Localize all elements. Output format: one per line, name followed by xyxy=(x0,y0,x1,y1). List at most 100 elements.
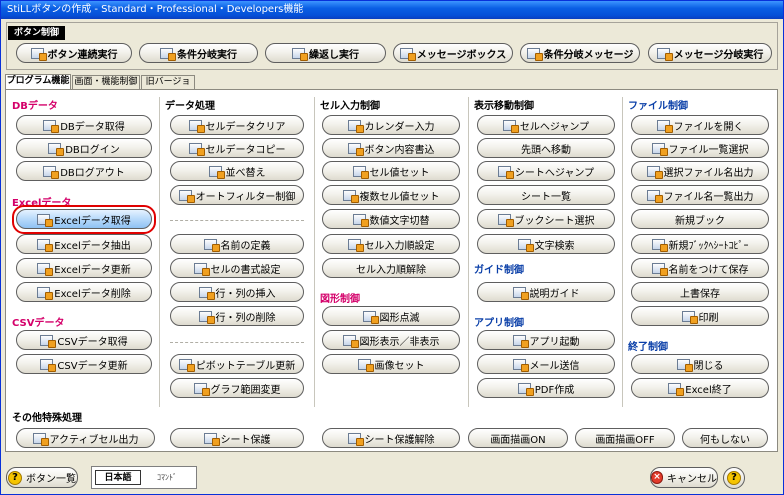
button-list-button[interactable]: ? ボタン一覧 xyxy=(6,467,78,488)
btn-input-order-clear[interactable]: セル入力順解除 xyxy=(322,258,460,278)
btn-sheet-list[interactable]: シート一覧 xyxy=(477,185,615,205)
btn-close[interactable]: 閉じる xyxy=(631,354,769,374)
btn-mail-send[interactable]: メール送信 xyxy=(477,354,615,374)
btn-new-book-sheet-copy[interactable]: 新規ﾌﾞｯｸﾍｼｰﾄｺﾋﾟｰ xyxy=(631,234,769,254)
btn-excel-update[interactable]: Excelデータ更新 xyxy=(16,258,152,278)
button-label: ボタン内容書込 xyxy=(364,144,435,156)
cancel-icon: × xyxy=(651,471,663,484)
cell-icon xyxy=(188,119,205,133)
btn-sheet-unprotect[interactable]: シート保護解除 xyxy=(322,428,460,448)
macro-icon xyxy=(160,47,176,61)
btn-insert-rowcol[interactable]: 行・列の挿入 xyxy=(170,282,304,302)
section-cell-input-title: セル入力制御 xyxy=(320,101,380,112)
btn-conditional-run[interactable]: 条件分岐実行 xyxy=(139,43,258,63)
btn-sort[interactable]: 並べ替え xyxy=(170,161,304,181)
lang-command[interactable]: ｺﾏﾝﾄﾞ xyxy=(143,470,191,485)
btn-image-set[interactable]: 画像セット xyxy=(322,354,460,374)
button-label: 行・列の挿入 xyxy=(215,288,276,300)
btn-sheet-protect[interactable]: シート保護 xyxy=(170,428,304,448)
button-label: シート保護解除 xyxy=(364,434,435,446)
btn-screen-update-off[interactable]: 画面描画OFF xyxy=(575,428,675,448)
tab-program[interactable]: プログラム機能 xyxy=(5,74,71,90)
btn-autofilter[interactable]: オートフィルター制御 xyxy=(170,185,304,205)
btn-pivot-refresh[interactable]: ピボットテーブル更新 xyxy=(170,354,304,374)
guide-icon xyxy=(512,286,529,300)
btn-cell-copy[interactable]: セルデータコピー xyxy=(170,138,304,158)
button-label: 新規ブック xyxy=(675,215,725,227)
button-label: セル値セット xyxy=(369,167,430,179)
tab-screen-control[interactable]: 画面・機能制御 xyxy=(72,75,140,89)
btn-cell-format[interactable]: セルの書式設定 xyxy=(170,258,304,278)
search-icon xyxy=(517,238,534,252)
btn-guide[interactable]: 説明ガイド xyxy=(477,282,615,302)
section-shape-title: 図形制御 xyxy=(320,294,360,305)
btn-define-name[interactable]: 名前の定義 xyxy=(170,234,304,254)
btn-message-branch[interactable]: メッセージ分岐実行 xyxy=(648,43,772,63)
button-label: Excel終了 xyxy=(685,384,732,396)
btn-conditional-message[interactable]: 条件分岐メッセージ xyxy=(520,43,640,63)
btn-csv-get[interactable]: CSVデータ取得 xyxy=(16,330,152,350)
btn-input-order-set[interactable]: セル入力順設定 xyxy=(322,234,460,254)
button-label: ボタン連続実行 xyxy=(47,49,118,61)
btn-excel-quit[interactable]: Excel終了 xyxy=(631,378,769,398)
btn-cell-jump[interactable]: セルへジャンプ xyxy=(477,115,615,135)
button-label: 文字検索 xyxy=(534,240,575,252)
btn-db-login[interactable]: DBログイン xyxy=(16,138,152,158)
print-icon xyxy=(681,310,698,324)
help-button[interactable]: ? xyxy=(723,467,745,489)
btn-file-list-select[interactable]: ファイル一覧選択 xyxy=(631,138,769,158)
cancel-button[interactable]: × キャンセル xyxy=(650,467,718,488)
button-label: セルデータコピー xyxy=(205,144,286,156)
tab-old-version[interactable]: 旧バージョン xyxy=(141,75,195,100)
btn-multi-cell-set[interactable]: 複数セル値セット xyxy=(322,185,460,205)
btn-shape-show-hide[interactable]: 図形表示／非表示 xyxy=(322,330,460,350)
db-icon xyxy=(43,165,60,179)
btn-print[interactable]: 印刷 xyxy=(631,306,769,326)
excel-icon xyxy=(37,238,54,252)
btn-screen-update-on[interactable]: 画面描画ON xyxy=(468,428,568,448)
macro-icon xyxy=(292,47,308,61)
cell-icon xyxy=(188,142,205,156)
btn-csv-update[interactable]: CSVデータ更新 xyxy=(16,354,152,374)
btn-cell-clear[interactable]: セルデータクリア xyxy=(170,115,304,135)
btn-text-search[interactable]: 文字検索 xyxy=(477,234,615,254)
btn-goto-top[interactable]: 先頭へ移動 xyxy=(477,138,615,158)
btn-do-nothing[interactable]: 何もしない xyxy=(682,428,768,448)
btn-num-text-toggle[interactable]: 数値文字切替 xyxy=(322,209,460,229)
btn-db-logout[interactable]: DBログアウト xyxy=(16,161,152,181)
btn-cell-value-set[interactable]: セル値セット xyxy=(322,161,460,181)
btn-sequential-run[interactable]: ボタン連続実行 xyxy=(16,43,132,63)
btn-selected-filename-out[interactable]: 選択ファイル名出力 xyxy=(631,161,769,181)
btn-file-open[interactable]: ファイルを開く xyxy=(631,115,769,135)
button-label: セルデータクリア xyxy=(205,121,286,133)
btn-book-sheet-select[interactable]: ブックシート選択 xyxy=(477,209,615,229)
btn-chart-range[interactable]: グラフ範囲変更 xyxy=(170,378,304,398)
btn-overwrite-save[interactable]: 上書保存 xyxy=(631,282,769,302)
btn-db-get[interactable]: DBデータ取得 xyxy=(16,115,152,135)
button-label: Excelデータ更新 xyxy=(54,264,131,276)
btn-sheet-jump[interactable]: シートへジャンプ xyxy=(477,161,615,181)
btn-calendar-input[interactable]: カレンダー入力 xyxy=(322,115,460,135)
write-icon xyxy=(347,142,364,156)
btn-new-book[interactable]: 新規ブック xyxy=(631,209,769,229)
section-app-title: アプリ制御 xyxy=(474,318,524,329)
lang-japanese[interactable]: 日本語 xyxy=(95,470,141,485)
delete-icon xyxy=(198,310,215,324)
btn-app-launch[interactable]: アプリ起動 xyxy=(477,330,615,350)
btn-excel-delete[interactable]: Excelデータ削除 xyxy=(16,282,152,302)
btn-message-box[interactable]: メッセージボックス xyxy=(393,43,513,63)
button-label: 新規ﾌﾞｯｸﾍｼｰﾄｺﾋﾟｰ xyxy=(668,240,749,252)
btn-shape-blink[interactable]: 図形点滅 xyxy=(322,306,460,326)
button-label: 並べ替え xyxy=(225,167,266,179)
button-label: メール送信 xyxy=(529,360,580,372)
btn-repeat-run[interactable]: 繰返し実行 xyxy=(265,43,386,63)
btn-active-cell-out[interactable]: アクティブセル出力 xyxy=(16,428,155,448)
btn-filename-list-out[interactable]: ファイル名一覧出力 xyxy=(631,185,769,205)
btn-save-as[interactable]: 名前をつけて保存 xyxy=(631,258,769,278)
btn-excel-extract[interactable]: Excelデータ抽出 xyxy=(16,234,152,254)
btn-pdf-create[interactable]: PDF作成 xyxy=(477,378,615,398)
pdf-icon xyxy=(517,382,534,396)
button-label: キャンセル xyxy=(667,474,717,485)
btn-delete-rowcol[interactable]: 行・列の削除 xyxy=(170,306,304,326)
btn-button-write[interactable]: ボタン内容書込 xyxy=(322,138,460,158)
